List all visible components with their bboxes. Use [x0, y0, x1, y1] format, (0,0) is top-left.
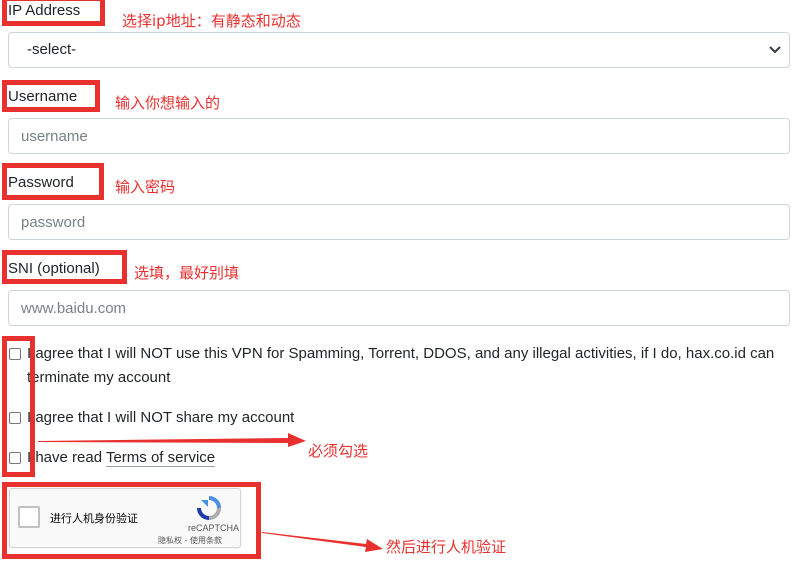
annotation-box-password	[2, 163, 104, 200]
annotation-sni: 选填，最好别填	[134, 264, 240, 282]
ip-address-select[interactable]: -select-	[8, 32, 790, 68]
annotation-box-checkboxes	[2, 336, 35, 477]
annotation-box-captcha	[2, 482, 261, 559]
agree-no-share-text: I agree that I will NOT share my account	[27, 409, 295, 426]
annotation-captcha: 然后进行人机验证	[386, 538, 507, 556]
password-input[interactable]	[8, 204, 790, 240]
sni-input[interactable]	[8, 290, 790, 326]
annotation-password: 输入密码	[115, 178, 176, 196]
red-arrow-icon	[262, 532, 383, 552]
red-arrow-icon	[38, 433, 306, 447]
annotation-checkboxes: 必须勾选	[308, 442, 369, 460]
annotation-ip: 选择ip地址：有静态和动态	[122, 12, 301, 30]
annotation-box-username	[2, 80, 100, 112]
annotation-box-sni	[2, 250, 127, 284]
annotation-username: 输入你想输入的	[115, 94, 221, 112]
annotation-box-ip	[2, 0, 105, 26]
ip-select-value: -select-	[27, 41, 77, 58]
username-input[interactable]	[8, 118, 790, 154]
chevron-down-icon	[769, 46, 781, 54]
agree-no-abuse-text: I agree that I will NOT use this VPN for…	[27, 345, 775, 386]
